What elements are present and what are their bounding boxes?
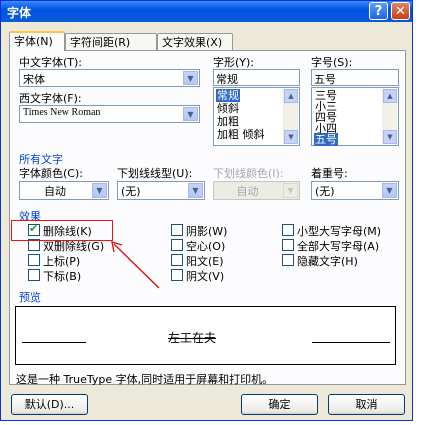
preview-section-title: 预览 [19,291,41,304]
preview-rule-left [22,342,86,343]
ok-button[interactable]: 确定 [241,394,318,415]
cancel-button[interactable]: 取消 [328,394,405,415]
preview-sample-text: 左工在夫 [168,331,217,345]
font-type-note: 这是一种 TrueType 字体,同时适用于屏幕和打印机。 [16,373,274,386]
preview-rule-right [312,342,390,343]
tab-font[interactable]: 字体(N) [9,31,65,51]
preview-box: 左工在夫 [15,306,396,365]
default-button[interactable]: 默认(D)... [11,394,88,415]
font-dialog: 字体 ? ✕ 字体(N) 字符间距(R) 文字效果(X) 中文字体(T): 宋体… [0,0,413,421]
